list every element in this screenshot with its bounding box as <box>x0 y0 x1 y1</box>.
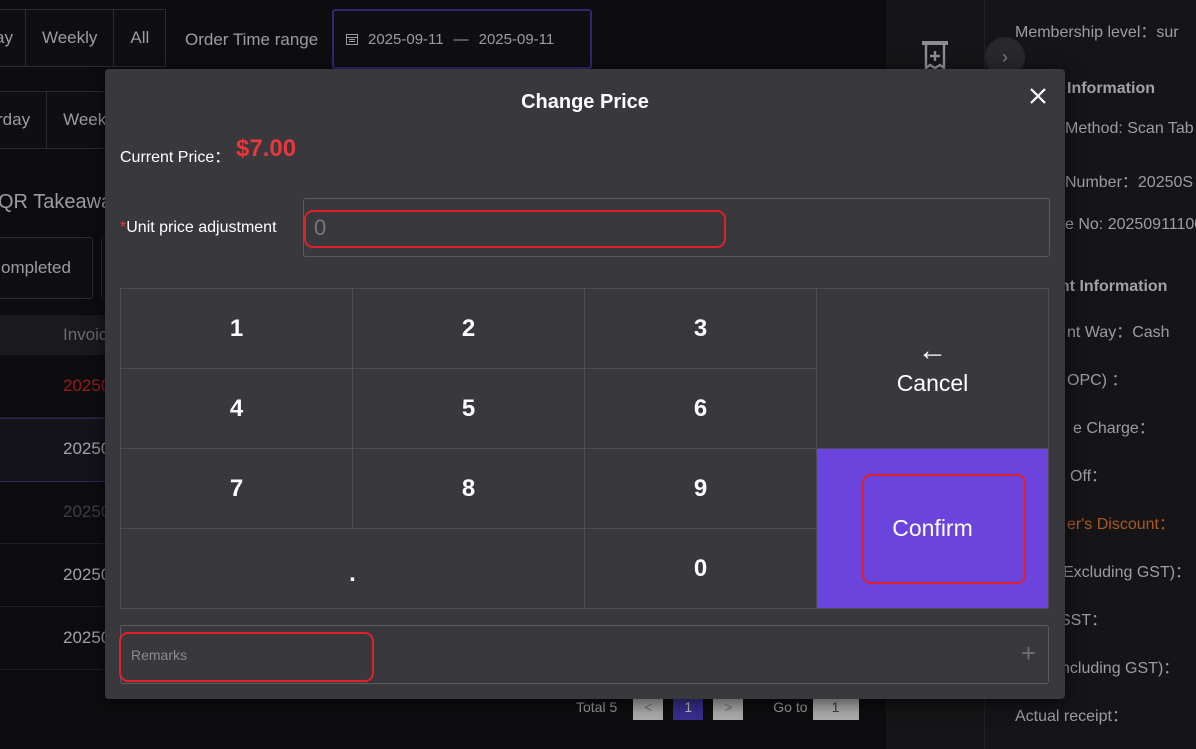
remarks-input[interactable] <box>121 626 1001 683</box>
key-5[interactable]: 5 <box>353 369 585 449</box>
key-6[interactable]: 6 <box>585 369 817 449</box>
adjust-label-text: Unit price adjustment <box>126 219 277 236</box>
current-price-label: Current Price： <box>120 149 231 166</box>
close-icon-glyph <box>1030 88 1046 104</box>
numeric-keypad: 1 2 3 ← Cancel 4 5 6 7 8 9 Confirm . 0 <box>120 288 1049 609</box>
key-dot[interactable]: . <box>121 529 585 608</box>
key-3[interactable]: 3 <box>585 289 817 369</box>
key-9[interactable]: 9 <box>585 449 817 529</box>
dialog-title: Change Price <box>521 91 649 113</box>
back-arrow-icon: ← <box>917 334 948 367</box>
key-2[interactable]: 2 <box>353 289 585 369</box>
close-icon[interactable] <box>1025 83 1051 109</box>
confirm-button[interactable]: Confirm <box>817 449 1048 608</box>
change-price-dialog: Change Price Current Price： $7.00 *Unit … <box>105 69 1065 699</box>
key-7[interactable]: 7 <box>121 449 353 529</box>
remarks-field[interactable]: + <box>120 625 1049 684</box>
key-8[interactable]: 8 <box>353 449 585 529</box>
key-4[interactable]: 4 <box>121 369 353 449</box>
key-1[interactable]: 1 <box>121 289 353 369</box>
cancel-button[interactable]: ← Cancel <box>817 289 1048 449</box>
unit-price-adjustment-label: *Unit price adjustment <box>120 219 277 237</box>
key-0[interactable]: 0 <box>585 529 817 608</box>
plus-icon[interactable]: + <box>1021 640 1036 666</box>
current-price-value: $7.00 <box>236 135 297 162</box>
cancel-label: Cancel <box>896 370 969 396</box>
unit-price-adjustment-input[interactable] <box>303 198 1050 257</box>
